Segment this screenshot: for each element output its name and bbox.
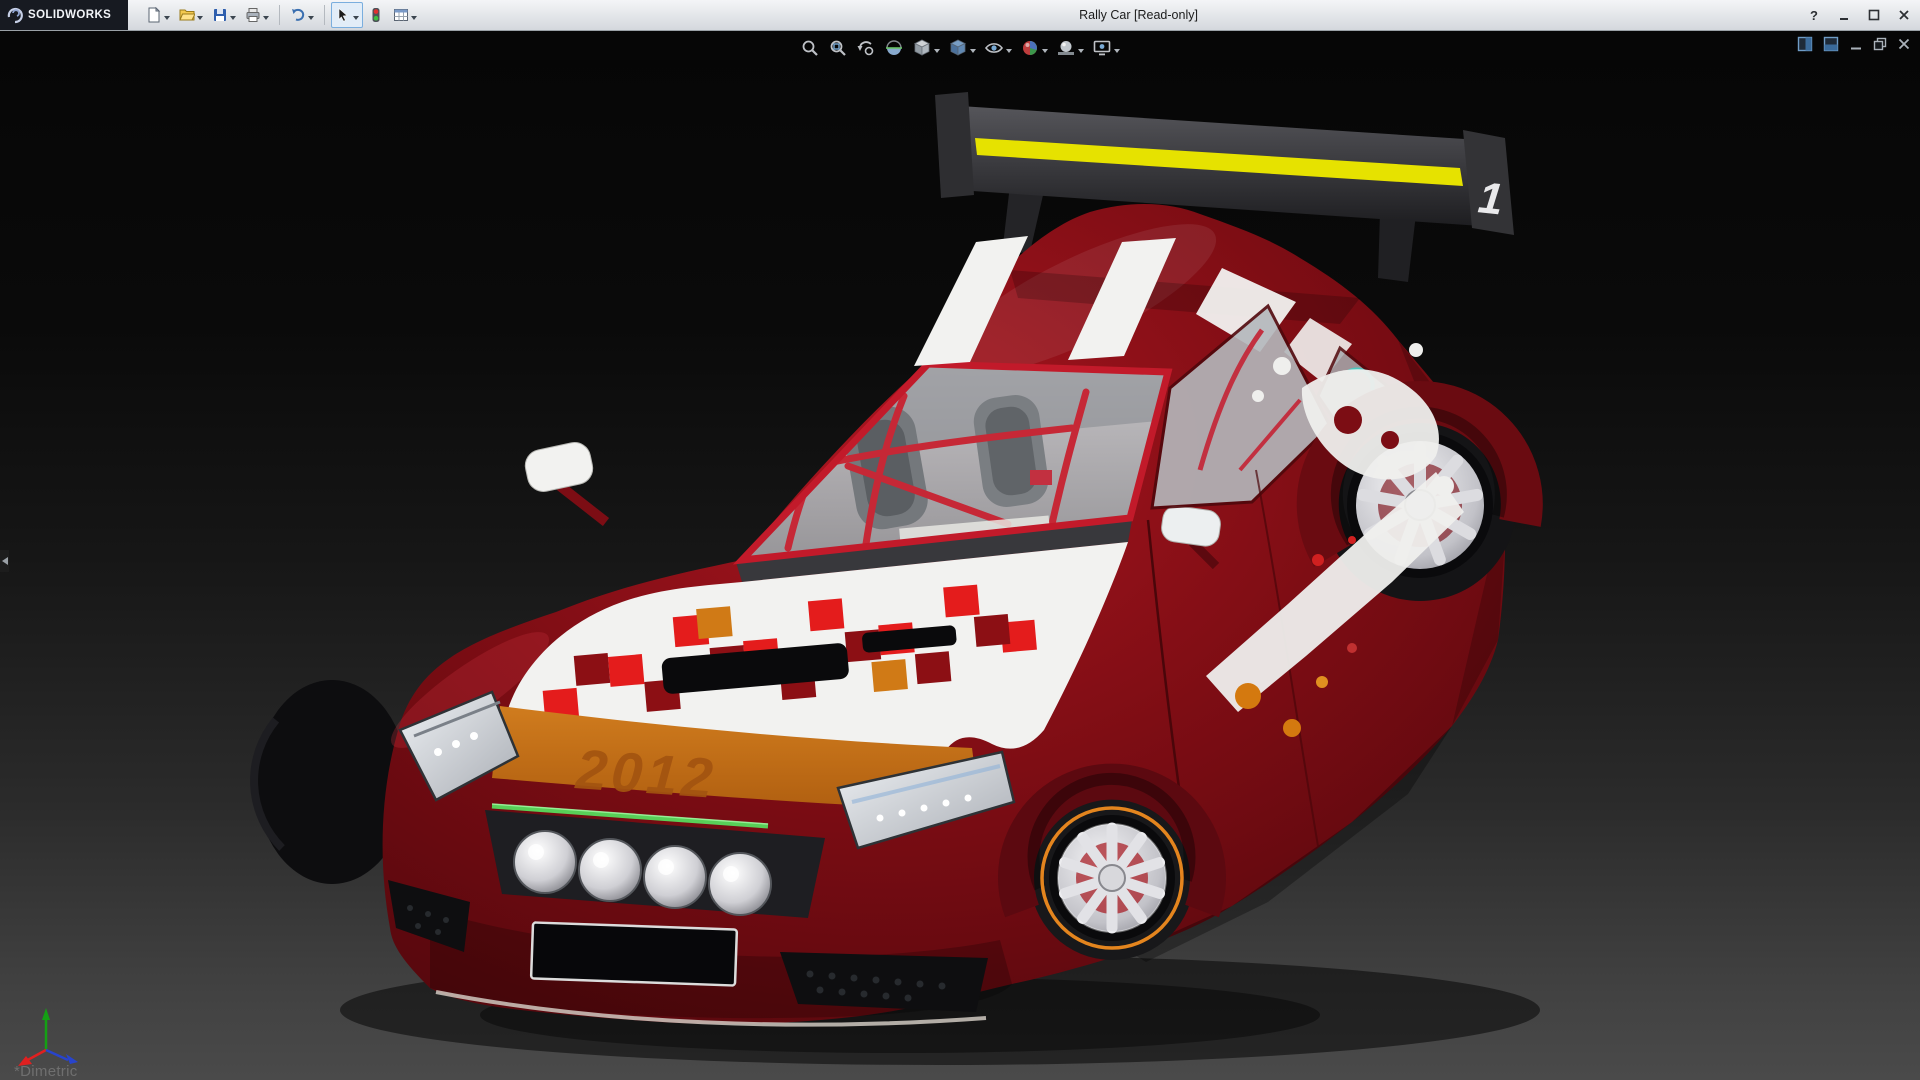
- solidworks-logo: SOLIDWORKS: [0, 0, 128, 30]
- license-plate: [531, 922, 737, 985]
- previous-view-button[interactable]: [853, 35, 879, 61]
- options-button[interactable]: [389, 2, 421, 28]
- dropdown-arrow[interactable]: [164, 16, 170, 23]
- previous-view-icon: [856, 38, 876, 58]
- save-button[interactable]: [208, 2, 240, 28]
- zoom-to-area-icon: [828, 38, 848, 58]
- toolbar-separator: [324, 5, 325, 25]
- open-button[interactable]: [175, 2, 207, 28]
- doc-close-icon[interactable]: [1896, 36, 1912, 52]
- dropdown-arrow[interactable]: [411, 16, 417, 23]
- doc-restore-icon[interactable]: [1872, 36, 1888, 52]
- undo-button[interactable]: [286, 2, 318, 28]
- spoiler-number: 1: [1476, 173, 1505, 224]
- dropdown-arrow[interactable]: [1006, 49, 1012, 56]
- save-icon: [212, 7, 228, 23]
- edit-appearance-ball-icon: [1020, 38, 1040, 58]
- view-orientation-cube-icon: [912, 38, 932, 58]
- close-icon: [1898, 9, 1910, 21]
- view-settings-button[interactable]: [1089, 35, 1123, 61]
- close-button[interactable]: [1894, 5, 1914, 25]
- minimize-button[interactable]: [1834, 5, 1854, 25]
- select-cursor-icon: [335, 7, 351, 23]
- heads-up-toolbar: [797, 35, 1123, 61]
- dropdown-arrow[interactable]: [1042, 49, 1048, 56]
- view-orientation-label: *Dimetric: [14, 1063, 78, 1080]
- rally-car-model[interactable]: 1: [0, 30, 1920, 1080]
- maximize-button[interactable]: [1864, 5, 1884, 25]
- minimize-icon: [1838, 9, 1850, 21]
- new-document-icon: [146, 7, 162, 23]
- dropdown-arrow[interactable]: [934, 49, 940, 56]
- section-view-icon: [884, 38, 904, 58]
- feature-panel-collapse-tab[interactable]: [0, 550, 9, 572]
- apply-scene-button[interactable]: [1053, 35, 1087, 61]
- hide-show-eye-icon: [984, 38, 1004, 58]
- dropdown-arrow[interactable]: [1078, 49, 1084, 56]
- help-button[interactable]: ?: [1804, 5, 1824, 25]
- rebuild-traffic-light-icon: [368, 7, 384, 23]
- y-axis-arrow: [42, 1008, 50, 1020]
- hood-year-text: 2012: [573, 737, 719, 810]
- maximize-icon: [1868, 9, 1880, 21]
- dropdown-arrow[interactable]: [263, 16, 269, 23]
- rebuild-button[interactable]: [364, 2, 388, 28]
- edit-appearance-button[interactable]: [1017, 35, 1051, 61]
- section-view-button[interactable]: [881, 35, 907, 61]
- orientation-triad: [12, 992, 92, 1072]
- main-toolbar: [142, 2, 421, 28]
- hide-show-items-button[interactable]: [981, 35, 1015, 61]
- zoom-to-area-button[interactable]: [825, 35, 851, 61]
- spoiler-endplate-left: [935, 92, 974, 198]
- apply-scene-icon: [1056, 38, 1076, 58]
- display-pane-icon[interactable]: [1796, 35, 1814, 53]
- new-document-button[interactable]: [142, 2, 174, 28]
- doc-minimize-icon[interactable]: [1848, 36, 1864, 52]
- dropdown-arrow[interactable]: [970, 49, 976, 56]
- view-orientation-button[interactable]: [909, 35, 943, 61]
- undo-icon: [290, 7, 306, 23]
- dropdown-arrow[interactable]: [353, 16, 359, 23]
- window-controls: ?: [1804, 0, 1914, 30]
- display-style-icon: [948, 38, 968, 58]
- window-title: Rally Car [Read-only]: [1079, 0, 1198, 30]
- display-style-button[interactable]: [945, 35, 979, 61]
- dropdown-arrow[interactable]: [230, 16, 236, 23]
- feature-pane-icon[interactable]: [1822, 35, 1840, 53]
- graphics-viewport[interactable]: 1: [0, 30, 1920, 1080]
- options-table-icon: [393, 7, 409, 23]
- dropdown-arrow[interactable]: [308, 16, 314, 23]
- solidworks-window: SOLIDWORKS: [0, 0, 1920, 1080]
- titlebar: SOLIDWORKS: [0, 0, 1920, 31]
- mirror-left[interactable]: [522, 440, 606, 522]
- zoom-to-fit-icon: [800, 38, 820, 58]
- lower-intake-right: [780, 952, 988, 1012]
- select-button[interactable]: [331, 2, 363, 28]
- solidworks-logo-text: SOLIDWORKS: [28, 9, 111, 21]
- document-window-controls: [1796, 35, 1912, 53]
- print-icon: [245, 7, 261, 23]
- dropdown-arrow[interactable]: [197, 16, 203, 23]
- solidworks-logo-icon: [6, 6, 24, 24]
- open-folder-icon: [179, 7, 195, 23]
- dropdown-arrow[interactable]: [1114, 49, 1120, 56]
- toolbar-separator: [279, 5, 280, 25]
- zoom-to-fit-button[interactable]: [797, 35, 823, 61]
- spoiler-support-right: [1378, 212, 1416, 282]
- print-button[interactable]: [241, 2, 273, 28]
- view-settings-icon: [1092, 38, 1112, 58]
